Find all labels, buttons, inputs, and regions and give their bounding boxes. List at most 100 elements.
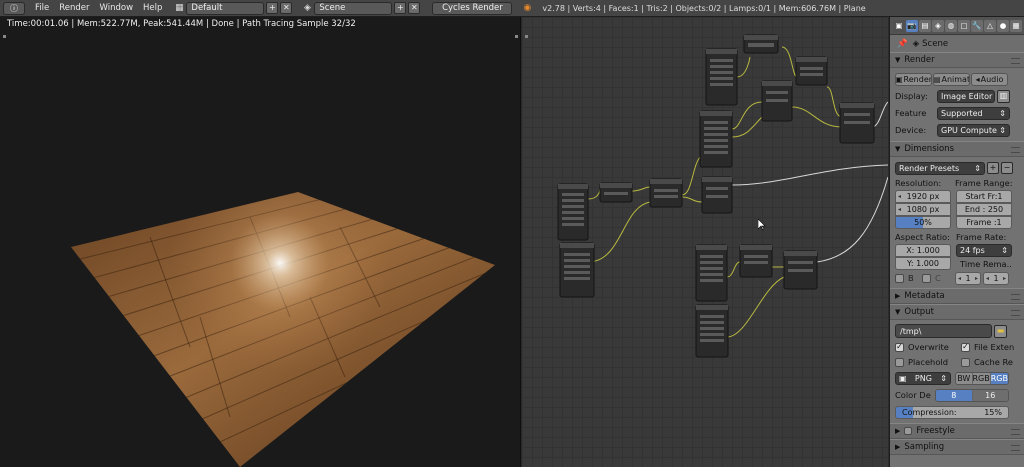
menu-help[interactable]: Help bbox=[143, 3, 162, 13]
aspect-y-field[interactable]: Y: 1.000 bbox=[895, 257, 951, 270]
resolution-label: Resolution: bbox=[895, 178, 942, 188]
editor-type-icon[interactable]: ▣ bbox=[893, 19, 905, 32]
panel-grip-icon[interactable] bbox=[1011, 429, 1020, 435]
border-checkbox[interactable] bbox=[895, 273, 904, 283]
color-mode-toggle[interactable]: BW RGB RGB bbox=[955, 371, 1009, 385]
node-graph bbox=[557, 34, 888, 358]
color-depth-label: Color De bbox=[895, 390, 931, 400]
camera-icon: ▣ bbox=[895, 74, 903, 84]
output-panel: /tmp\ ▬ ✓ Overwrite ✓ File Exten Placeho… bbox=[890, 320, 1024, 423]
screen-layout-icon[interactable]: ▦ bbox=[172, 2, 186, 14]
properties-editor: ▣ 📷 ▤ ◈ ◍ ▢ 🔧 △ ● ▦ 📌 ◈ Scene ▼ Render ▣… bbox=[889, 17, 1024, 467]
modifier-tab-icon[interactable]: 🔧 bbox=[971, 19, 983, 32]
metadata-panel-header[interactable]: ▶ Metadata bbox=[890, 288, 1024, 304]
frame-rate-select[interactable]: 24 fps ⇕ bbox=[956, 244, 1012, 257]
render-audio-button[interactable]: ◂ Audio bbox=[971, 72, 1008, 86]
pin-icon[interactable]: 📌 bbox=[897, 39, 908, 49]
panel-grip-icon[interactable] bbox=[1011, 445, 1020, 451]
frame-range-label: Frame Range: bbox=[955, 178, 1013, 188]
overwrite-checkbox[interactable]: ✓ bbox=[895, 342, 904, 352]
render-button[interactable]: ▣ Render bbox=[895, 72, 932, 86]
expand-arrow-icon: ▼ bbox=[895, 145, 901, 153]
resolution-percentage-slider[interactable]: 50% bbox=[895, 216, 951, 229]
menu-window[interactable]: Window bbox=[100, 3, 134, 13]
panel-grip-icon[interactable] bbox=[1011, 147, 1020, 153]
object-tab-icon[interactable]: ▢ bbox=[958, 19, 970, 32]
dimensions-panel-header[interactable]: ▼ Dimensions bbox=[890, 141, 1024, 157]
feature-set-select[interactable]: Supported ⇕ bbox=[937, 106, 1010, 120]
scene-icon[interactable]: ◈ bbox=[300, 2, 314, 14]
time-remap-new-field[interactable]: ◂ 1 ▸ bbox=[983, 271, 1009, 285]
texture-tab-icon[interactable]: ▦ bbox=[1010, 19, 1022, 32]
frame-end-field[interactable]: End : 250 bbox=[956, 203, 1012, 216]
lock-interface-button[interactable]: ▥ bbox=[997, 89, 1010, 103]
render-engine-select[interactable]: Cycles Render bbox=[432, 1, 513, 15]
render-tab-icon[interactable]: 📷 bbox=[906, 19, 918, 32]
area-corner-handle[interactable] bbox=[515, 35, 518, 38]
menu-file[interactable]: File bbox=[35, 3, 49, 13]
editor-type-button[interactable]: ⓘ bbox=[3, 1, 25, 15]
material-tab-icon[interactable]: ● bbox=[997, 19, 1009, 32]
folder-icon: ▬ bbox=[996, 326, 1005, 335]
remove-preset-button[interactable]: − bbox=[1001, 162, 1013, 174]
add-scene-button[interactable]: + bbox=[394, 2, 407, 14]
resolution-y-field[interactable]: ◂ 1080 px bbox=[895, 203, 951, 216]
screen-layout-field[interactable]: Default bbox=[186, 1, 265, 15]
render-animation-button[interactable]: ▤ Animat bbox=[933, 72, 970, 86]
color-mode-rgba[interactable]: RGB bbox=[990, 372, 1008, 384]
time-remap-old-field[interactable]: ◂ 1 ▸ bbox=[955, 271, 981, 285]
sampling-panel-header[interactable]: ▶ Sampling bbox=[890, 439, 1024, 455]
frame-start-field[interactable]: Start Fr:1 bbox=[956, 190, 1012, 203]
wood-floor-plane bbox=[71, 192, 495, 467]
render-viewer[interactable]: Time:00:01.06 | Mem:522.77M, Peak:541.44… bbox=[0, 17, 521, 467]
color-mode-rgb[interactable]: RGB bbox=[972, 372, 991, 384]
panel-grip-icon[interactable] bbox=[1011, 58, 1020, 64]
color-depth-toggle[interactable]: 8 16 bbox=[935, 388, 1009, 402]
menu-render[interactable]: Render bbox=[59, 3, 89, 13]
device-select[interactable]: GPU Compute ⇕ bbox=[937, 123, 1010, 137]
display-select[interactable]: Image Editor⇕ bbox=[937, 89, 995, 103]
render-panel-header[interactable]: ▼ Render bbox=[890, 52, 1024, 68]
resolution-x-field[interactable]: ◂ 1920 px bbox=[895, 190, 951, 203]
crop-checkbox[interactable] bbox=[922, 273, 931, 283]
panel-grip-icon[interactable] bbox=[1011, 310, 1020, 316]
remove-layout-button[interactable]: ✕ bbox=[280, 2, 293, 14]
color-depth-16[interactable]: 16 bbox=[972, 389, 1008, 401]
color-depth-8[interactable]: 8 bbox=[936, 389, 973, 401]
world-tab-icon[interactable]: ◍ bbox=[945, 19, 957, 32]
browse-folder-button[interactable]: ▬ bbox=[994, 324, 1007, 338]
border-label: B bbox=[908, 273, 914, 283]
placeholders-checkbox[interactable] bbox=[895, 357, 904, 367]
render-layers-tab-icon[interactable]: ▤ bbox=[919, 19, 931, 32]
cache-result-checkbox[interactable] bbox=[961, 357, 970, 367]
dimensions-panel: Render Presets ⇕ + − Resolution: Frame Ra… bbox=[890, 157, 1024, 288]
node-editor[interactable] bbox=[522, 17, 888, 467]
add-preset-button[interactable]: + bbox=[987, 162, 999, 174]
device-label: Device: bbox=[895, 125, 927, 135]
freestyle-panel-header[interactable]: ▶ Freestyle bbox=[890, 423, 1024, 439]
freestyle-checkbox[interactable] bbox=[904, 427, 913, 435]
render-result-image bbox=[71, 192, 495, 467]
area-corner-handle[interactable] bbox=[525, 35, 528, 38]
remove-scene-button[interactable]: ✕ bbox=[408, 2, 421, 14]
placeholders-label: Placehold bbox=[908, 357, 948, 367]
file-format-select[interactable]: ▣ PNG ⇕ bbox=[895, 371, 951, 385]
area-corner-handle[interactable] bbox=[3, 35, 6, 38]
add-layout-button[interactable]: + bbox=[266, 2, 279, 14]
output-panel-header[interactable]: ▼ Output bbox=[890, 304, 1024, 320]
display-label: Display: bbox=[895, 91, 928, 101]
panel-grip-icon[interactable] bbox=[1011, 294, 1020, 300]
scene-icon: ◈ bbox=[912, 38, 920, 49]
feature-set-label: Feature bbox=[895, 108, 927, 118]
dropdown-icon: ⇕ bbox=[940, 373, 947, 383]
file-extensions-checkbox[interactable]: ✓ bbox=[961, 342, 970, 352]
scene-tab-icon[interactable]: ◈ bbox=[932, 19, 944, 32]
compression-slider[interactable]: Compression: 15% bbox=[895, 405, 1009, 419]
frame-step-field[interactable]: Frame :1 bbox=[956, 216, 1012, 229]
render-presets-select[interactable]: Render Presets ⇕ bbox=[895, 161, 985, 175]
output-path-input[interactable]: /tmp\ bbox=[895, 324, 992, 338]
aspect-x-field[interactable]: X: 1.000 bbox=[895, 244, 951, 257]
color-mode-bw[interactable]: BW bbox=[956, 372, 973, 384]
scene-field[interactable]: Scene bbox=[314, 1, 393, 15]
data-tab-icon[interactable]: △ bbox=[984, 19, 996, 32]
